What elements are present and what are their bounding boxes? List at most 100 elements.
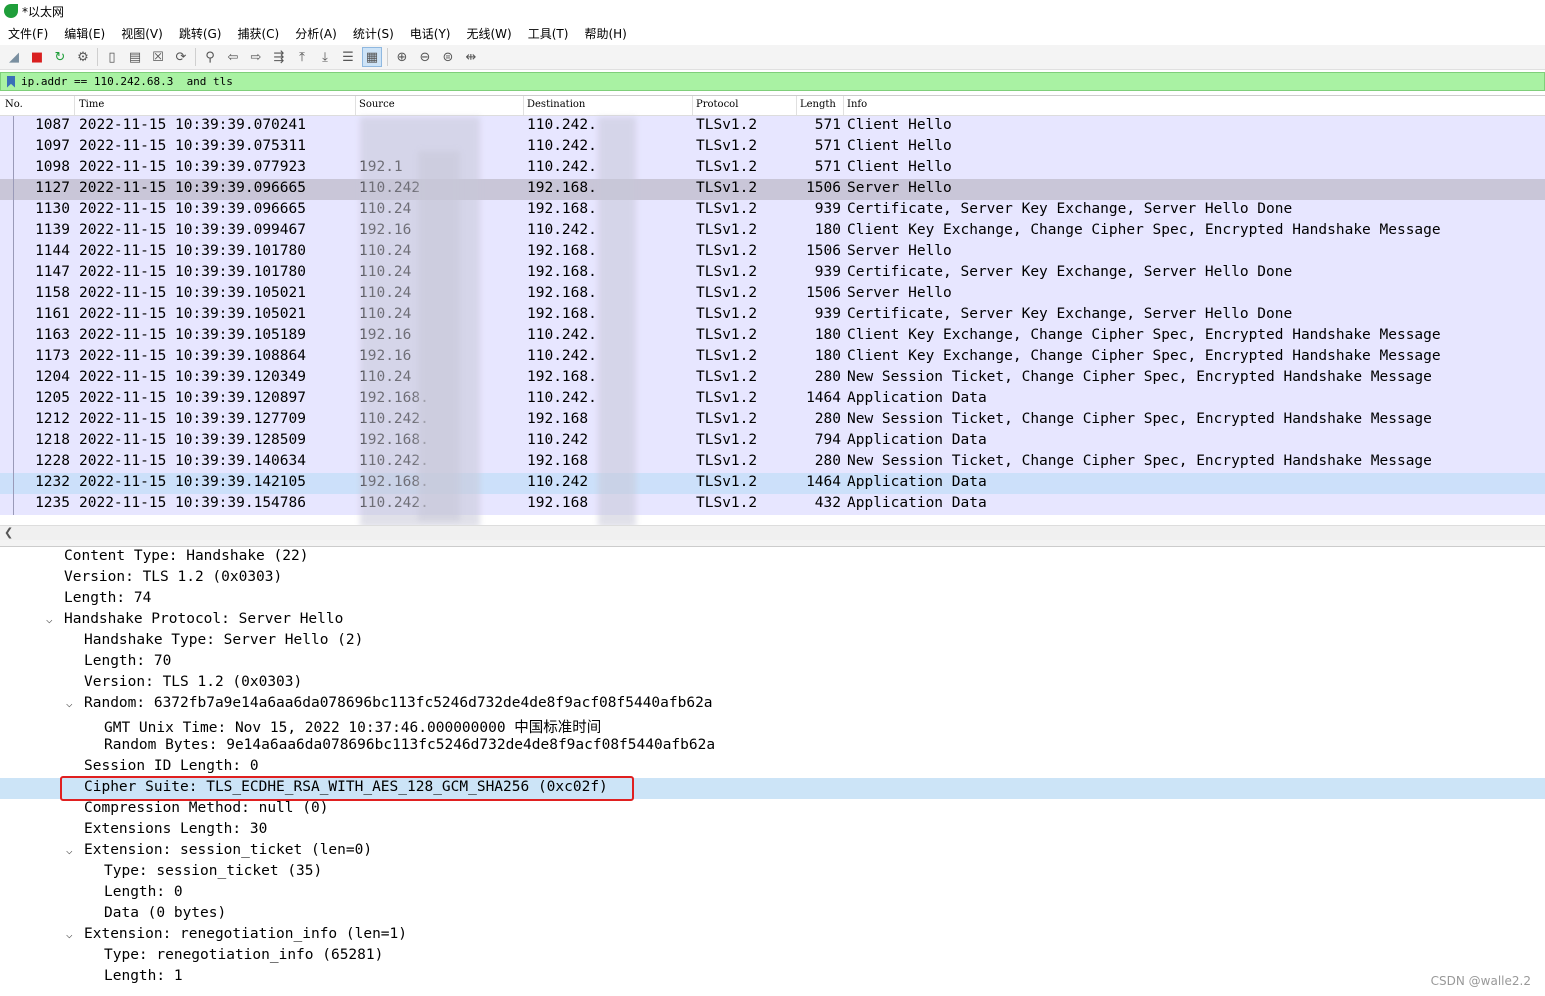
packet-no: 1097 (35, 138, 70, 154)
column-header-time[interactable]: Time (79, 99, 104, 110)
menu-item[interactable]: 文件(F) (0, 25, 56, 42)
first-packet-icon[interactable]: ⤒ (293, 48, 311, 66)
autoscroll-icon[interactable]: ☰ (339, 48, 357, 66)
packet-row[interactable]: 12352022-11-15 10:39:39.154786110.242.19… (0, 494, 1545, 515)
packet-time: 2022-11-15 10:39:39.120349 (79, 369, 306, 385)
stop-icon[interactable]: ■ (28, 48, 46, 66)
detail-tree-item[interactable]: GMT Unix Time: Nov 15, 2022 10:37:46.000… (0, 715, 1545, 736)
packet-row[interactable]: 11442022-11-15 10:39:39.101780110.24192.… (0, 242, 1545, 263)
column-header-length[interactable]: Length (800, 99, 836, 110)
packet-row[interactable]: 11582022-11-15 10:39:39.105021110.24192.… (0, 284, 1545, 305)
detail-tree-item[interactable]: Type: renegotiation_info (65281) (0, 946, 1545, 967)
detail-tree-item[interactable]: ⌵ Extension: session_ticket (len=0) (0, 841, 1545, 862)
packet-destination: 110.242 (527, 432, 589, 448)
packet-row[interactable]: 1087 2022-11-15 10:39:39.070241 110.242. TL… (0, 116, 1545, 137)
detail-text: Version: TLS 1.2 (0x0303) (64, 569, 283, 585)
detail-tree-item[interactable]: Session ID Length: 0 (0, 757, 1545, 778)
detail-text: Compression Method: null (0) (84, 800, 329, 816)
menu-item[interactable]: 视图(V) (113, 25, 171, 42)
detail-tree-item[interactable]: ⌵ Random: 6372fb7a9e14a6aa6da078696bc113f… (0, 694, 1545, 715)
packet-info: Certificate, Server Key Exchange, Server… (847, 264, 1293, 280)
expand-chevron-icon[interactable]: ⌵ (66, 697, 73, 710)
close-file-icon[interactable]: ☒ (149, 48, 167, 66)
zoom-normal-icon[interactable]: ⊜ (439, 48, 457, 66)
detail-tree-item[interactable]: Version: TLS 1.2 (0x0303) (0, 673, 1545, 694)
packet-row[interactable]: 12282022-11-15 10:39:39.140634110.242.19… (0, 452, 1545, 473)
detail-tree-item[interactable]: Extensions Length: 30 (0, 820, 1545, 841)
detail-tree-item[interactable]: Random Bytes: 9e14a6aa6da078696bc113fc52… (0, 736, 1545, 757)
packet-no: 1163 (35, 327, 70, 343)
detail-tree-item[interactable]: ⌵ Extension: renegotiation_info (len=1) (0, 925, 1545, 946)
menu-item[interactable]: 帮助(H) (576, 25, 634, 42)
zoom-in-icon[interactable]: ⊕ (393, 48, 411, 66)
options-gear-icon[interactable]: ⚙ (74, 48, 92, 66)
packet-list[interactable]: No. Time Source Destination Protocol Len… (0, 95, 1545, 526)
packet-row[interactable]: 11392022-11-15 10:39:39.099467192.16110.… (0, 221, 1545, 242)
packet-details-pane[interactable]: Length: 1 Type: renegotiation_info (65281… (0, 547, 1545, 996)
packet-row[interactable]: 11302022-11-15 10:39:39.096665110.24192.… (0, 200, 1545, 221)
column-header-no[interactable]: No. (5, 99, 23, 110)
detail-tree-item[interactable]: Length: 1 (0, 967, 1545, 988)
go-to-packet-icon[interactable]: ⇶ (270, 48, 288, 66)
back-arrow-icon[interactable]: ⇦ (224, 48, 242, 66)
packet-row[interactable]: 12042022-11-15 10:39:39.120349110.24192.… (0, 368, 1545, 389)
column-header-protocol[interactable]: Protocol (696, 99, 738, 110)
colorize-icon[interactable]: ▦ (362, 47, 382, 67)
find-icon[interactable]: ⚲ (201, 48, 219, 66)
packet-row[interactable]: 12182022-11-15 10:39:39.128509192.168.11… (0, 431, 1545, 452)
menu-item[interactable]: 无线(W) (459, 25, 520, 42)
resize-columns-icon[interactable]: ⇹ (462, 48, 480, 66)
display-filter-input[interactable] (21, 74, 1544, 89)
packet-row[interactable]: 11612022-11-15 10:39:39.105021110.24192.… (0, 305, 1545, 326)
reload-icon[interactable]: ⟳ (172, 48, 190, 66)
column-header-info[interactable]: Info (847, 99, 867, 110)
detail-tree-item[interactable]: Length: 74 (0, 589, 1545, 610)
menu-item[interactable]: 工具(T) (520, 25, 577, 42)
packet-row[interactable]: 12122022-11-15 10:39:39.127709110.242.19… (0, 410, 1545, 431)
scroll-left-icon[interactable]: ❮ (4, 526, 13, 539)
detail-tree-item[interactable]: Length: 0 (0, 883, 1545, 904)
column-header-source[interactable]: Source (359, 99, 395, 110)
detail-tree-item[interactable]: Type: session_ticket (35) (0, 862, 1545, 883)
expand-chevron-icon[interactable]: ⌵ (66, 844, 73, 857)
menu-item[interactable]: 分析(A) (287, 25, 345, 42)
packet-row[interactable]: 12322022-11-15 10:39:39.142105192.168.11… (0, 473, 1545, 494)
shark-fin-start-icon[interactable]: ◢ (5, 48, 23, 66)
menu-item[interactable]: 统计(S) (345, 25, 402, 42)
packet-protocol: TLSv1.2 (696, 348, 758, 364)
menu-item[interactable]: 电话(Y) (402, 25, 459, 42)
open-file-icon[interactable]: ▯ (103, 48, 121, 66)
expand-chevron-icon[interactable]: ⌵ (66, 928, 73, 941)
packet-row[interactable]: 10982022-11-15 10:39:39.077923192.1110.2… (0, 158, 1545, 179)
packet-list-horizontal-scrollbar[interactable]: ❮ (0, 525, 1545, 540)
packet-row[interactable]: 12052022-11-15 10:39:39.120897192.168.11… (0, 389, 1545, 410)
detail-tree-item[interactable]: Content Type: Handshake (22) (0, 547, 1545, 568)
menu-item[interactable]: 编辑(E) (56, 25, 113, 42)
packet-destination: 192.168. (527, 264, 597, 280)
detail-tree-item[interactable]: Version: TLS 1.2 (0x0303) (0, 568, 1545, 589)
packet-row[interactable]: 11272022-11-15 10:39:39.096665110.242192… (0, 179, 1545, 200)
column-header-destination[interactable]: Destination (527, 99, 585, 110)
packet-protocol: TLSv1.2 (696, 453, 758, 469)
detail-tree-item[interactable]: Handshake Type: Server Hello (2) (0, 631, 1545, 652)
menu-item[interactable]: 捕获(C) (229, 25, 287, 42)
restart-icon[interactable]: ↻ (51, 48, 69, 66)
forward-arrow-icon[interactable]: ⇨ (247, 48, 265, 66)
packet-row[interactable]: 11632022-11-15 10:39:39.105189192.16110.… (0, 326, 1545, 347)
detail-tree-item[interactable]: ⌵ Handshake Protocol: Server Hello (0, 610, 1545, 631)
pane-splitter[interactable] (0, 540, 1545, 547)
filter-bookmark-icon[interactable] (7, 75, 15, 88)
detail-tree-item[interactable]: Compression Method: null (0) (0, 799, 1545, 820)
last-packet-icon[interactable]: ⤓ (316, 48, 334, 66)
packet-destination: 110.242. (527, 159, 597, 175)
packet-row[interactable]: 1097 2022-11-15 10:39:39.075311 110.242. TL… (0, 137, 1545, 158)
menu-item[interactable]: 跳转(G) (171, 25, 230, 42)
detail-tree-item[interactable]: Data (0 bytes) (0, 904, 1545, 925)
save-file-icon[interactable]: ▤ (126, 48, 144, 66)
packet-protocol: TLSv1.2 (696, 159, 758, 175)
expand-chevron-icon[interactable]: ⌵ (46, 613, 53, 626)
detail-tree-item[interactable]: Length: 70 (0, 652, 1545, 673)
packet-row[interactable]: 11732022-11-15 10:39:39.108864192.16110.… (0, 347, 1545, 368)
zoom-out-icon[interactable]: ⊖ (416, 48, 434, 66)
packet-row[interactable]: 11472022-11-15 10:39:39.101780110.24192.… (0, 263, 1545, 284)
